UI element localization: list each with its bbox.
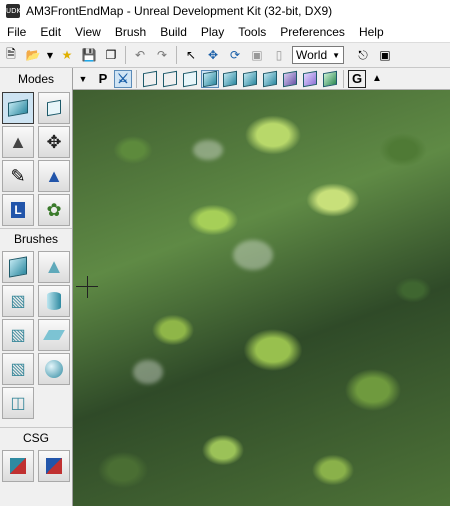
browser-icon[interactable]: ▣ bbox=[376, 46, 394, 64]
csg-add-icon[interactable] bbox=[2, 450, 34, 482]
menu-bar: File Edit View Brush Build Play Tools Pr… bbox=[0, 22, 450, 42]
light-complexity-view-icon[interactable] bbox=[261, 70, 279, 88]
select-arrow-icon[interactable]: ↖ bbox=[182, 46, 200, 64]
rotate-icon[interactable]: ⟳ bbox=[226, 46, 244, 64]
cube-brush-icon[interactable] bbox=[2, 251, 34, 283]
volumetric-brush-icon[interactable]: ◫ bbox=[2, 387, 34, 419]
curved-stair-brush-icon[interactable]: ▧ bbox=[2, 285, 34, 317]
menu-tools[interactable]: Tools bbox=[231, 25, 273, 39]
foliage-mode-icon[interactable]: ✿ bbox=[38, 194, 70, 226]
toolbar-separator bbox=[176, 46, 177, 64]
unlit-view-icon[interactable] bbox=[181, 70, 199, 88]
spiral-stair-brush-icon[interactable]: ▧ bbox=[2, 353, 34, 385]
wireframe-view-icon[interactable] bbox=[161, 70, 179, 88]
redo-icon[interactable]: ↷ bbox=[153, 46, 171, 64]
save-all-icon[interactable]: ❐ bbox=[102, 46, 120, 64]
menu-edit[interactable]: Edit bbox=[33, 25, 68, 39]
save-icon[interactable]: 💾 bbox=[80, 46, 98, 64]
translate-icon[interactable]: ✥ bbox=[204, 46, 222, 64]
lightmap-density-view-icon[interactable] bbox=[321, 70, 339, 88]
non-uniform-scale-icon[interactable]: ▯ bbox=[270, 46, 288, 64]
landscape-mode-icon[interactable]: L bbox=[2, 194, 34, 226]
menu-help[interactable]: Help bbox=[352, 25, 391, 39]
lighting-only-view-icon[interactable] bbox=[241, 70, 259, 88]
lit-view-icon[interactable] bbox=[201, 69, 219, 88]
open-folder-icon[interactable]: 📂 bbox=[24, 46, 42, 64]
viewport-options-dropdown-icon[interactable]: ▼ bbox=[74, 70, 92, 88]
light-highlight bbox=[193, 140, 223, 160]
realtime-toggle-icon[interactable]: ⚔ bbox=[114, 69, 132, 88]
transform-gizmo-icon[interactable]: ✥ bbox=[38, 126, 70, 158]
csg-tools-grid bbox=[0, 448, 72, 484]
camera-mode-icon[interactable] bbox=[2, 92, 34, 124]
coordinate-system-value: World bbox=[296, 48, 328, 62]
menu-brush[interactable]: Brush bbox=[108, 25, 153, 39]
light-highlight bbox=[233, 240, 273, 270]
perspective-button[interactable]: P bbox=[94, 70, 112, 88]
more-options-icon[interactable]: ▲ bbox=[368, 70, 386, 88]
favorites-star-icon[interactable]: ★ bbox=[58, 46, 76, 64]
menu-view[interactable]: View bbox=[68, 25, 108, 39]
shader-complexity-view-icon[interactable] bbox=[301, 70, 319, 88]
csg-subtract-icon[interactable] bbox=[38, 450, 70, 482]
window-title: AM3FrontEndMap - Unreal Development Kit … bbox=[26, 4, 333, 18]
toolbar-separator bbox=[125, 46, 126, 64]
chevron-down-icon: ▼ bbox=[332, 50, 340, 60]
menu-build[interactable]: Build bbox=[153, 25, 194, 39]
texture-density-view-icon[interactable] bbox=[281, 70, 299, 88]
open-dropdown-icon[interactable]: ▼ bbox=[46, 46, 54, 64]
game-view-button[interactable]: G bbox=[348, 69, 366, 88]
texture-paint-icon[interactable]: ✎ bbox=[2, 160, 34, 192]
main-toolbar: 🗎 📂 ▼ ★ 💾 ❐ ↶ ↷ ↖ ✥ ⟳ ▣ ▯ World ▼ ⎋ ▣ bbox=[0, 42, 450, 68]
menu-file[interactable]: File bbox=[0, 25, 33, 39]
viewport-separator bbox=[136, 69, 137, 88]
terrain-mode-icon[interactable]: ▲ bbox=[2, 126, 34, 158]
linear-stair-brush-icon[interactable]: ▧ bbox=[2, 319, 34, 351]
binoculars-search-icon[interactable]: ⎋ bbox=[354, 46, 372, 64]
light-highlight bbox=[133, 360, 163, 384]
scene-viewport[interactable] bbox=[73, 90, 450, 506]
crosshair-cursor bbox=[76, 286, 98, 287]
mesh-paint-icon[interactable]: ▲ bbox=[38, 160, 70, 192]
undo-icon[interactable]: ↶ bbox=[131, 46, 149, 64]
menu-play[interactable]: Play bbox=[194, 25, 231, 39]
new-file-icon[interactable]: 🗎 bbox=[2, 46, 20, 64]
crosshair-cursor bbox=[87, 276, 88, 298]
tools-panel: Modes ▲ ✥ ✎ ▲ L ✿ Brushes ▲ ▧ ▧ ▧ ◫ CSG bbox=[0, 68, 73, 506]
viewport-toolbar: ▼ P ⚔ G ▲ bbox=[73, 68, 450, 90]
modes-label: Modes bbox=[17, 72, 55, 86]
sheet-brush-icon[interactable] bbox=[38, 319, 70, 351]
modes-header: Modes bbox=[0, 68, 72, 90]
cylinder-brush-icon[interactable] bbox=[38, 285, 70, 317]
coordinate-system-select[interactable]: World ▼ bbox=[292, 46, 344, 64]
geometry-mode-icon[interactable] bbox=[38, 92, 70, 124]
sphere-brush-icon[interactable] bbox=[38, 353, 70, 385]
viewport-separator bbox=[343, 69, 344, 88]
csg-label: CSG bbox=[0, 427, 72, 448]
cone-brush-icon[interactable]: ▲ bbox=[38, 251, 70, 283]
udk-app-icon: UDK bbox=[6, 4, 21, 18]
brushes-label: Brushes bbox=[0, 228, 72, 249]
mode-tools-grid: ▲ ✥ ✎ ▲ L ✿ bbox=[0, 90, 72, 228]
title-bar: UDK AM3FrontEndMap - Unreal Development … bbox=[0, 0, 450, 22]
brush-tools-grid: ▲ ▧ ▧ ▧ ◫ bbox=[0, 249, 72, 421]
detail-lighting-view-icon[interactable] bbox=[221, 70, 239, 88]
scale-icon[interactable]: ▣ bbox=[248, 46, 266, 64]
brush-wireframe-view-icon[interactable] bbox=[141, 70, 159, 88]
menu-preferences[interactable]: Preferences bbox=[273, 25, 352, 39]
